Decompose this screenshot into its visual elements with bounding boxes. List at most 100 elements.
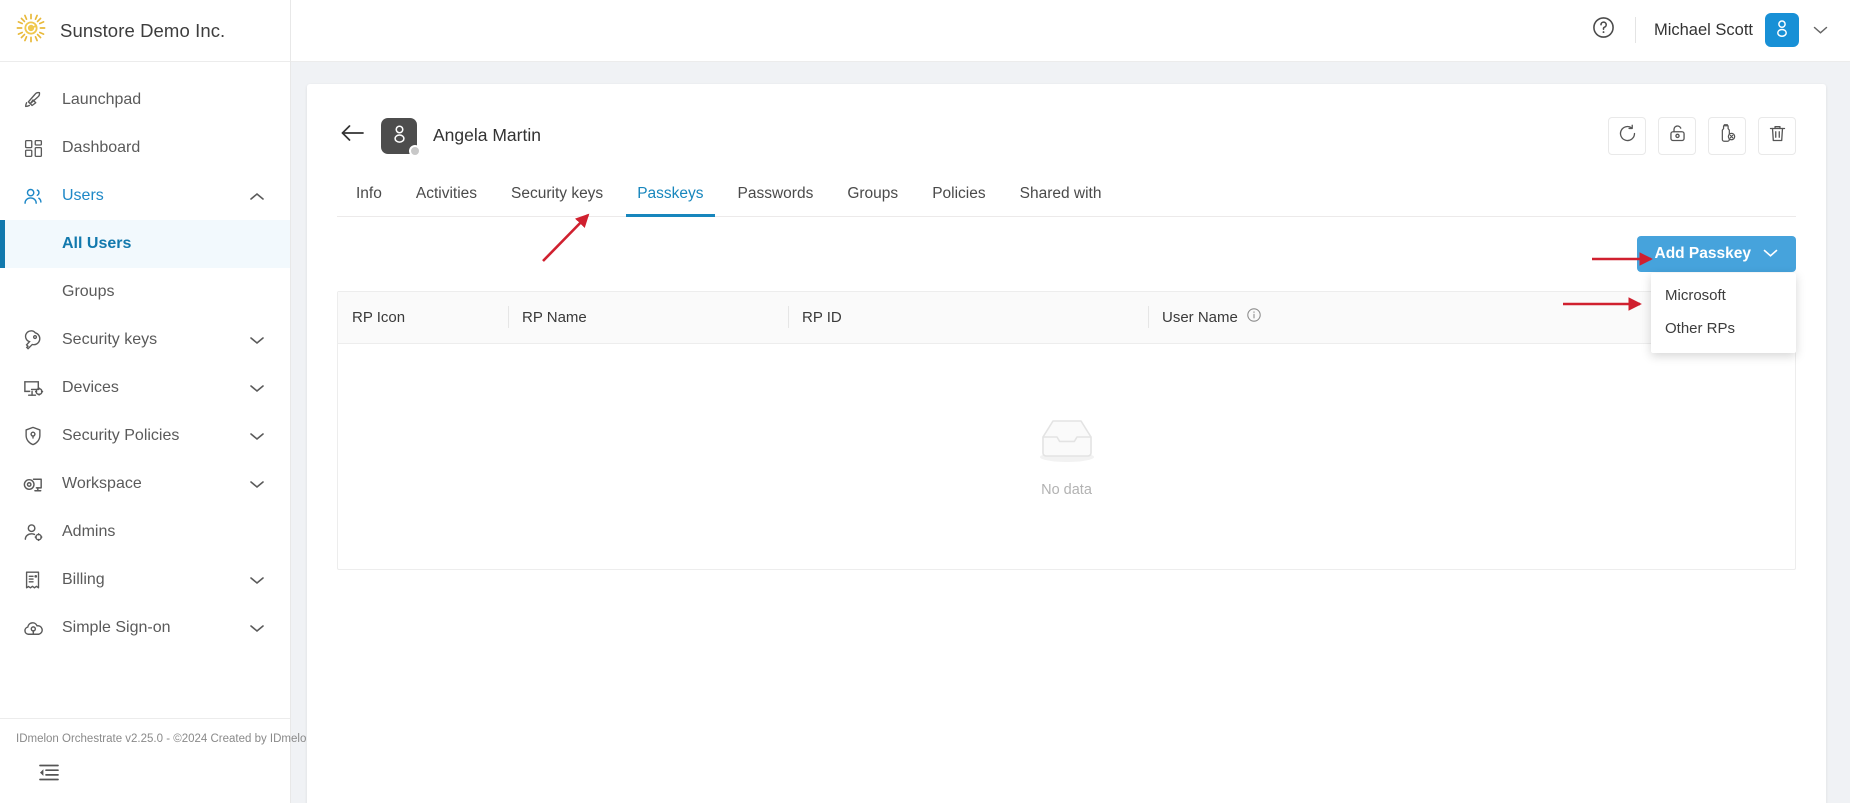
person-icon bbox=[388, 122, 411, 150]
sidebar-item-admins[interactable]: Admins bbox=[0, 508, 290, 556]
sidebar-item-groups[interactable]: Groups bbox=[0, 268, 290, 316]
revoke-key-button[interactable] bbox=[1708, 116, 1746, 155]
main-region: Michael Scott Angela Martin Info Activit… bbox=[291, 0, 1850, 803]
dropdown-option-microsoft[interactable]: Microsoft bbox=[1651, 279, 1796, 312]
shield-icon bbox=[20, 423, 46, 449]
tab-label: Policies bbox=[932, 184, 986, 202]
passkeys-card: Angela Martin Info Activities Security k… bbox=[307, 83, 1826, 803]
dropdown-option-other-rps[interactable]: Other RPs bbox=[1651, 312, 1796, 345]
header-actions bbox=[1608, 116, 1796, 155]
tab-label: Shared with bbox=[1019, 184, 1102, 202]
tab-label: Passkeys bbox=[637, 184, 704, 202]
tab-shared-with[interactable]: Shared with bbox=[1003, 176, 1119, 216]
chevron-down-icon bbox=[244, 432, 270, 441]
add-passkey-label: Add Passkey bbox=[1654, 244, 1752, 262]
sidebar-item-security-keys[interactable]: Security keys bbox=[0, 316, 290, 364]
column-label: RP Name bbox=[522, 308, 587, 326]
usb-key-remove-icon bbox=[1717, 123, 1738, 149]
brand-header[interactable]: Sunstore Demo Inc. bbox=[0, 0, 290, 62]
sidebar-item-simple-sign-on[interactable]: Simple Sign-on bbox=[0, 604, 290, 652]
chevron-down-icon bbox=[1763, 245, 1778, 263]
arrow-left-icon bbox=[340, 122, 365, 149]
tab-passkeys[interactable]: Passkeys bbox=[620, 176, 720, 217]
sidebar-nav: Launchpad Dashboard Users All Users Grou… bbox=[0, 62, 290, 718]
back-button[interactable] bbox=[337, 121, 367, 151]
content-area: Angela Martin Info Activities Security k… bbox=[291, 62, 1850, 803]
sidebar-item-billing[interactable]: Billing bbox=[0, 556, 290, 604]
sidebar-item-label: Launchpad bbox=[62, 91, 142, 108]
collapse-sidebar-icon bbox=[38, 764, 60, 785]
cloud-key-icon bbox=[20, 615, 46, 641]
brand-title: Sunstore Demo Inc. bbox=[60, 19, 226, 41]
table-header-row: RP Icon RP Name RP ID User Name bbox=[338, 291, 1795, 344]
page-title: Angela Martin bbox=[433, 125, 541, 146]
column-label: User Name bbox=[1162, 308, 1238, 326]
admin-icon bbox=[20, 519, 46, 545]
user-avatar bbox=[381, 117, 421, 157]
sidebar-item-security-policies[interactable]: Security Policies bbox=[0, 412, 290, 460]
empty-tray-icon bbox=[1033, 415, 1101, 472]
user-menu-chevron-down-icon[interactable] bbox=[1813, 25, 1828, 35]
tab-bar: Info Activities Security keys Passkeys P… bbox=[337, 176, 1796, 217]
chevron-down-icon bbox=[244, 624, 270, 633]
chevron-up-icon bbox=[244, 192, 270, 201]
sidebar-item-label: Security keys bbox=[62, 331, 158, 348]
sidebar-item-label: Users bbox=[62, 187, 104, 204]
sidebar-subitem-label: Groups bbox=[62, 283, 115, 300]
workspace-icon bbox=[20, 471, 46, 497]
chevron-down-icon bbox=[244, 384, 270, 393]
collapse-sidebar-button[interactable] bbox=[16, 745, 290, 803]
reset-button[interactable] bbox=[1608, 116, 1646, 155]
sidebar-item-label: Simple Sign-on bbox=[62, 619, 171, 636]
column-header-rp-id[interactable]: RP ID bbox=[788, 292, 1148, 343]
tab-groups[interactable]: Groups bbox=[830, 176, 915, 216]
add-passkey-dropdown: Microsoft Other RPs bbox=[1651, 272, 1796, 353]
help-circle-icon bbox=[1591, 15, 1616, 45]
sidebar-item-devices[interactable]: Devices bbox=[0, 364, 290, 412]
grid-icon bbox=[20, 135, 46, 161]
sidebar-footer: IDmelon Orchestrate v2.25.0 - ©2024 Crea… bbox=[0, 718, 313, 803]
tab-activities[interactable]: Activities bbox=[399, 176, 494, 216]
chevron-down-icon bbox=[244, 576, 270, 585]
rocket-icon bbox=[20, 87, 46, 113]
column-header-rp-name[interactable]: RP Name bbox=[508, 292, 788, 343]
tab-security-keys[interactable]: Security keys bbox=[494, 176, 620, 216]
empty-state-text: No data bbox=[1041, 481, 1092, 498]
table-body: No data bbox=[338, 344, 1795, 569]
tab-label: Security keys bbox=[511, 184, 604, 202]
sidebar-item-launchpad[interactable]: Launchpad bbox=[0, 76, 290, 124]
avatar[interactable] bbox=[1765, 13, 1799, 48]
person-icon bbox=[1771, 17, 1793, 44]
users-icon bbox=[20, 183, 46, 209]
header-divider bbox=[1634, 17, 1636, 44]
tab-policies[interactable]: Policies bbox=[915, 176, 1002, 216]
table-toolbar: Add Passkey Microsoft Other RPs bbox=[337, 217, 1796, 353]
refresh-ccw-icon bbox=[1617, 123, 1638, 149]
sidebar-item-all-users[interactable]: All Users bbox=[0, 220, 290, 268]
column-label: RP ID bbox=[802, 308, 842, 326]
tab-label: Info bbox=[356, 184, 382, 202]
info-circle-icon[interactable] bbox=[1246, 307, 1262, 327]
add-passkey-button[interactable]: Add Passkey bbox=[1636, 235, 1796, 272]
sidebar-item-label: Billing bbox=[62, 571, 105, 588]
sidebar-item-label: Admins bbox=[62, 523, 116, 540]
tab-label: Activities bbox=[415, 184, 478, 202]
device-icon bbox=[20, 375, 46, 401]
column-header-rp-icon[interactable]: RP Icon bbox=[338, 292, 508, 343]
sidebar-item-label: Dashboard bbox=[62, 139, 141, 156]
sidebar-footer-text: IDmelon Orchestrate v2.25.0 - ©2024 Crea… bbox=[16, 733, 313, 745]
tab-info[interactable]: Info bbox=[339, 176, 399, 216]
sidebar-subitem-label: All Users bbox=[62, 235, 132, 252]
sidebar-item-workspace[interactable]: Workspace bbox=[0, 460, 290, 508]
tab-passwords[interactable]: Passwords bbox=[721, 176, 831, 216]
topbar: Michael Scott bbox=[291, 0, 1850, 62]
column-label: RP Icon bbox=[352, 308, 406, 326]
status-dot bbox=[409, 144, 421, 157]
unlock-button[interactable] bbox=[1658, 116, 1696, 155]
delete-button[interactable] bbox=[1758, 116, 1796, 155]
sidebar: Sunstore Demo Inc. Launchpad Dashboard U… bbox=[0, 0, 313, 803]
sidebar-item-dashboard[interactable]: Dashboard bbox=[0, 124, 290, 172]
sidebar-item-users[interactable]: Users bbox=[0, 172, 290, 220]
topbar-user-name: Michael Scott bbox=[1653, 20, 1753, 39]
help-button[interactable] bbox=[1589, 15, 1619, 45]
